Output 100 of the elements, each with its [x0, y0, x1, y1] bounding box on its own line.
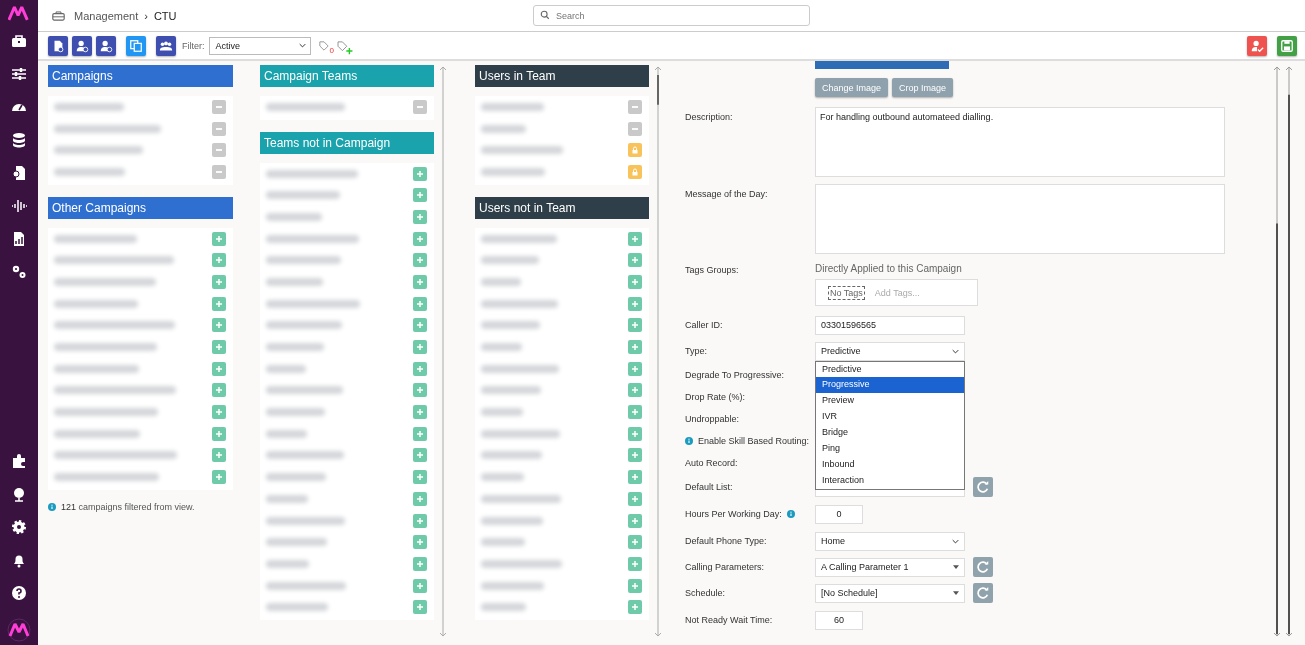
add-button[interactable]: [413, 535, 427, 550]
dropdown-option[interactable]: Bridge: [816, 425, 964, 441]
dropdown-option[interactable]: IVR: [816, 409, 964, 426]
number-field[interactable]: 60: [815, 610, 863, 630]
dropdown-option[interactable]: Predictive: [816, 361, 964, 378]
add-button[interactable]: [413, 361, 427, 376]
refresh-button[interactable]: [973, 477, 993, 497]
add-button[interactable]: [413, 491, 427, 506]
add-button[interactable]: [413, 383, 427, 398]
add-button[interactable]: [413, 426, 427, 441]
search-field[interactable]: Search: [533, 5, 810, 26]
help-icon[interactable]: [11, 585, 27, 601]
add-button[interactable]: [413, 513, 427, 528]
logo-icon[interactable]: [7, 618, 31, 642]
add-button[interactable]: [212, 448, 226, 463]
dropdown-option[interactable]: Progressive: [816, 377, 964, 394]
remove-button[interactable]: [212, 164, 226, 179]
add-button[interactable]: [628, 556, 642, 571]
refresh-button[interactable]: [973, 583, 993, 603]
logo-icon[interactable]: [8, 6, 30, 21]
add-button[interactable]: [413, 166, 427, 181]
add-button[interactable]: [628, 470, 642, 485]
add-button[interactable]: [628, 578, 642, 593]
new-file-button[interactable]: [48, 35, 68, 56]
add-button[interactable]: [212, 405, 226, 420]
add-user-button[interactable]: [72, 35, 92, 56]
add-button[interactable]: [628, 274, 642, 289]
add-user-button[interactable]: [96, 35, 116, 56]
add-button[interactable]: [628, 361, 642, 376]
add-button[interactable]: [212, 340, 226, 355]
add-button[interactable]: [212, 318, 226, 333]
dropdown-option[interactable]: Preview: [816, 393, 964, 410]
add-button[interactable]: [212, 296, 226, 311]
dropdown-option[interactable]: Ping: [816, 440, 964, 457]
input-field[interactable]: 03301596565: [815, 315, 965, 335]
add-button[interactable]: [212, 231, 226, 246]
add-button[interactable]: [212, 426, 226, 441]
lock-button[interactable]: [628, 143, 642, 158]
copy-button[interactable]: [126, 35, 146, 56]
settings-icon[interactable]: [11, 519, 27, 535]
group-button[interactable]: [156, 35, 176, 56]
add-button[interactable]: [628, 448, 642, 463]
add-button[interactable]: [413, 556, 427, 571]
remove-button[interactable]: [212, 99, 226, 114]
remove-button[interactable]: [212, 143, 226, 158]
remove-button[interactable]: [628, 99, 642, 114]
add-button[interactable]: [413, 296, 427, 311]
tags-field[interactable]: No Tags Add Tags...: [815, 279, 978, 306]
add-button[interactable]: [413, 578, 427, 593]
add-button[interactable]: [628, 535, 642, 550]
add-button[interactable]: [628, 426, 642, 441]
add-button[interactable]: [628, 383, 642, 398]
gears-icon[interactable]: [11, 264, 27, 280]
add-button[interactable]: [212, 383, 226, 398]
remove-button[interactable]: [413, 99, 427, 114]
text-area[interactable]: [815, 184, 1225, 254]
add-button[interactable]: [628, 296, 642, 311]
combo-field[interactable]: A Calling Parameter 1: [815, 557, 965, 577]
select-field[interactable]: Predictive: [815, 341, 965, 361]
add-button[interactable]: [413, 318, 427, 333]
add-button[interactable]: [413, 448, 427, 463]
add-button[interactable]: [628, 405, 642, 420]
user-check-button[interactable]: [1247, 35, 1267, 56]
dropdown-option[interactable]: Inbound: [816, 456, 964, 473]
dropdown-option[interactable]: Interaction: [816, 472, 964, 489]
filter-select[interactable]: Active: [208, 36, 311, 55]
add-button[interactable]: [628, 318, 642, 333]
sliders-icon[interactable]: [11, 66, 27, 82]
add-button[interactable]: [628, 600, 642, 615]
add-button[interactable]: [212, 274, 226, 289]
report-icon[interactable]: [11, 231, 27, 247]
briefcase-icon[interactable]: [11, 33, 27, 49]
select-field[interactable]: Home: [815, 531, 965, 551]
add-button[interactable]: [413, 274, 427, 289]
add-button[interactable]: [413, 231, 427, 246]
file-user-icon[interactable]: [11, 165, 27, 181]
add-button[interactable]: [413, 340, 427, 355]
add-button[interactable]: [212, 253, 226, 268]
add-button[interactable]: [413, 188, 427, 203]
add-button[interactable]: [413, 209, 427, 224]
breadcrumb-link[interactable]: Management: [74, 9, 139, 22]
add-button[interactable]: [413, 253, 427, 268]
add-button[interactable]: [628, 513, 642, 528]
add-button[interactable]: [212, 470, 226, 485]
globe-icon[interactable]: [11, 486, 27, 502]
combo-field[interactable]: [No Schedule]: [815, 583, 965, 603]
tag-icon[interactable]: [318, 40, 329, 51]
save-button[interactable]: [1277, 35, 1297, 56]
lock-button[interactable]: [628, 164, 642, 179]
waveform-icon[interactable]: [11, 198, 27, 214]
add-button[interactable]: [212, 361, 226, 376]
add-button[interactable]: [628, 340, 642, 355]
add-button[interactable]: [413, 470, 427, 485]
add-button[interactable]: [628, 491, 642, 506]
add-button[interactable]: [413, 600, 427, 615]
number-field[interactable]: 0: [815, 504, 863, 524]
remove-button[interactable]: [212, 121, 226, 136]
add-button[interactable]: [628, 253, 642, 268]
remove-button[interactable]: [628, 121, 642, 136]
add-button[interactable]: [413, 405, 427, 420]
